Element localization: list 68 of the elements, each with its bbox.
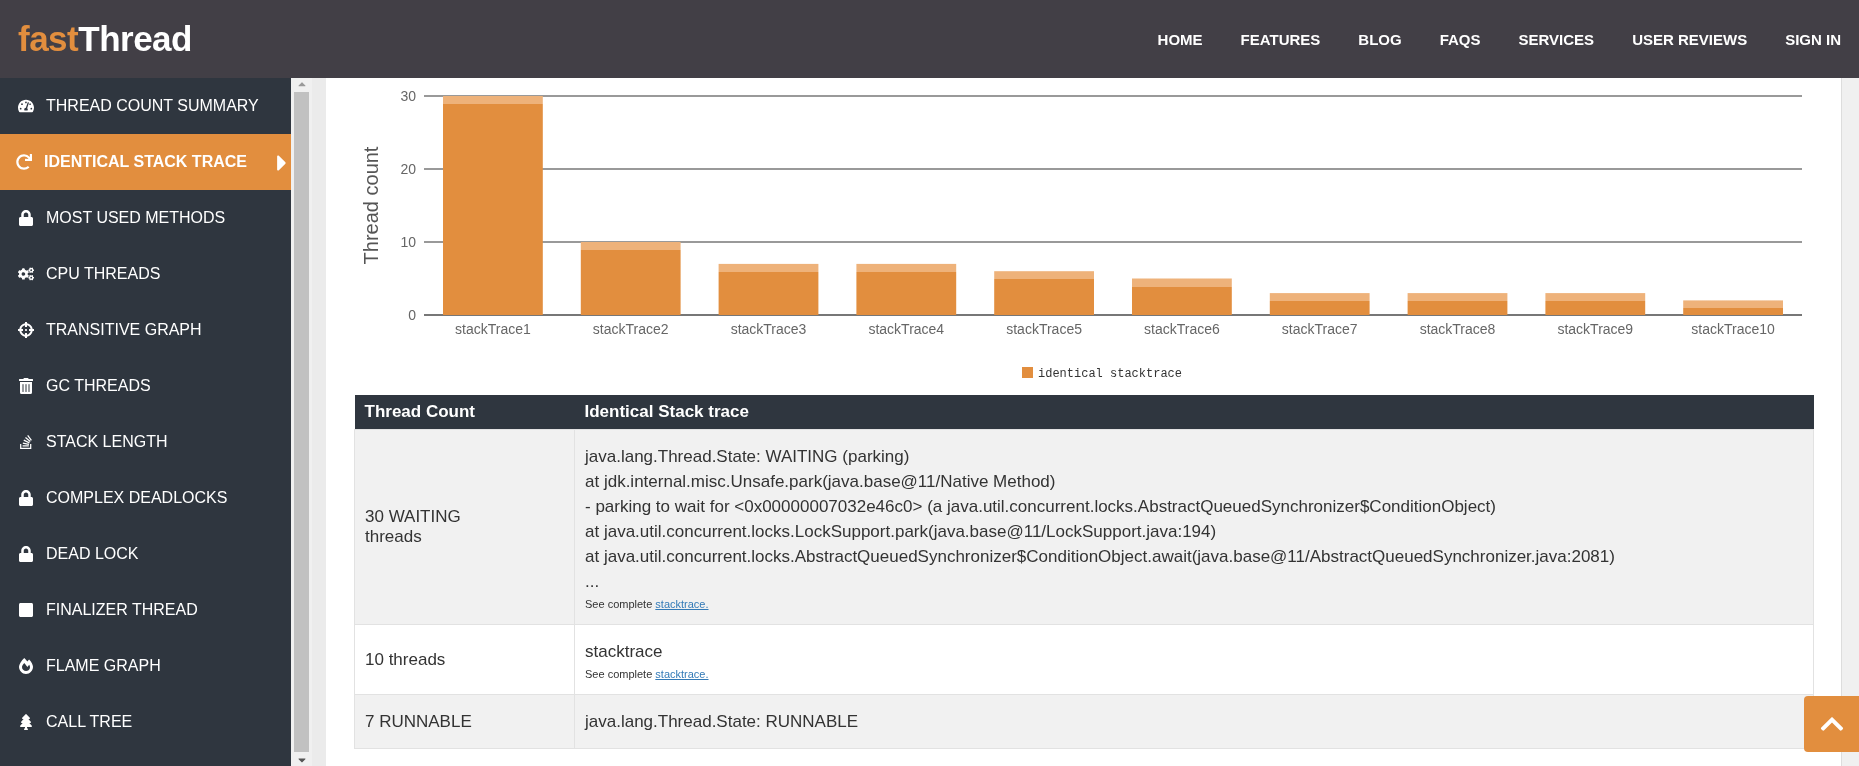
page-scrollbar[interactable] (1841, 78, 1859, 766)
sidebar-item[interactable]: FLAME GRAPH (0, 638, 291, 694)
scrollbar[interactable] (291, 78, 312, 766)
axis-tick-label: stackTrace5 (1006, 321, 1082, 337)
refresh-icon (16, 154, 32, 170)
stack-line: at jdk.internal.misc.Unsafe.park(java.base@11/Native Method) (585, 471, 1057, 493)
legend-label: identical stacktrace (1038, 367, 1183, 381)
sidebar-item[interactable]: STACK LENGTH (0, 414, 291, 470)
stack-line: at java.util.concurrent.locks.LockSupport.park(java.base@11/LockSupport.java:194) (585, 521, 1218, 543)
gauge-icon (18, 98, 34, 114)
sidebar-item[interactable]: TRANSITIVE GRAPH (0, 302, 291, 358)
table-cell-text: 30 WAITING threads (365, 507, 462, 547)
nav-link[interactable]: SERVICES (1518, 30, 1595, 48)
stack-icon (18, 434, 34, 450)
axis-tick-label: stackTrace6 (1144, 321, 1220, 337)
sidebar-item[interactable]: DEAD LOCK (0, 526, 291, 582)
trash-icon (18, 378, 34, 394)
flame-icon (18, 658, 34, 674)
axis-tick-label: stackTrace9 (1557, 321, 1634, 337)
gears-icon (18, 266, 34, 282)
stack-line: - parking to wait for <0x00000007032e46c0> (a java.util.concurrent.locks.AbstractQueuedSynchronizer$ConditionObject) (585, 496, 1497, 518)
nav-link[interactable]: USER REVIEWS (1632, 30, 1748, 48)
stacktrace-link[interactable]: stacktrace. (655, 598, 709, 610)
lock-icon (18, 546, 34, 562)
scrollbar-thumb[interactable] (294, 92, 309, 752)
lock-icon (18, 210, 34, 226)
nav-link[interactable]: BLOG (1358, 30, 1402, 48)
stack-line: stacktrace (585, 641, 664, 663)
crosshair-icon (18, 322, 34, 338)
logo[interactable]: fastThread (18, 19, 192, 59)
stack-line: at java.util.concurrent.locks.AbstractQueuedSynchronizer$ConditionObject.await(java.base@11/AbstractQueuedSynchronizer.java:2081) (585, 546, 1616, 568)
stack-line: ... (585, 571, 601, 593)
axis-tick-label: 0 (408, 307, 416, 323)
lock-icon (18, 490, 34, 506)
sidebar-item[interactable]: GC THREADS (0, 358, 291, 414)
stack-line: java.lang.Thread.State: WAITING (parking) (585, 446, 911, 468)
nav-link[interactable]: SIGN IN (1785, 30, 1841, 48)
axis-tick-label: 20 (400, 161, 416, 177)
tree-icon (18, 714, 34, 730)
table-cell: 7 RUNNABLE (365, 711, 472, 732)
sidebar-item[interactable]: THREAD COUNT SUMMARY (0, 78, 291, 134)
sidebar-item[interactable]: FINALIZER THREAD (0, 582, 291, 638)
sidebar-item[interactable]: COMPLEX DEADLOCKS (0, 470, 291, 526)
note-text: See complete (585, 598, 654, 610)
column-header: Identical Stack trace (574, 395, 1814, 430)
axis-tick-label: stackTrace7 (1281, 321, 1358, 337)
column-header: Thread Count (354, 395, 575, 430)
nav-link[interactable]: FAQS (1439, 30, 1481, 48)
scroll-top-button[interactable] (1804, 696, 1859, 752)
sidebar-item[interactable]: CALL TREE (0, 694, 291, 750)
axis-tick-label: stackTrace4 (868, 321, 945, 337)
axis-tick-label: 10 (400, 234, 416, 250)
stack-line: java.lang.Thread.State: RUNNABLE (585, 711, 860, 733)
axis-title: Thread count (360, 146, 382, 265)
sidebar-item[interactable]: MOST USED METHODS (0, 190, 291, 246)
table-cell: 10 threads (365, 649, 446, 670)
sidebar-item[interactable]: CPU THREADS (0, 246, 291, 302)
legend-swatch (1022, 367, 1033, 378)
nav-link[interactable]: HOME (1157, 30, 1203, 48)
axis-tick-label: stackTrace10 (1691, 321, 1775, 337)
note-text: See complete (585, 668, 654, 680)
axis-tick-label: stackTrace2 (592, 321, 669, 337)
nav-link[interactable]: FEATURES (1240, 30, 1321, 48)
axis-tick-label: 30 (400, 88, 416, 104)
axis-tick-label: stackTrace3 (730, 321, 807, 337)
axis-tick-label: stackTrace8 (1419, 321, 1496, 337)
stacktrace-link[interactable]: stacktrace. (655, 668, 709, 680)
axis-tick-label: stackTrace1 (455, 321, 531, 337)
